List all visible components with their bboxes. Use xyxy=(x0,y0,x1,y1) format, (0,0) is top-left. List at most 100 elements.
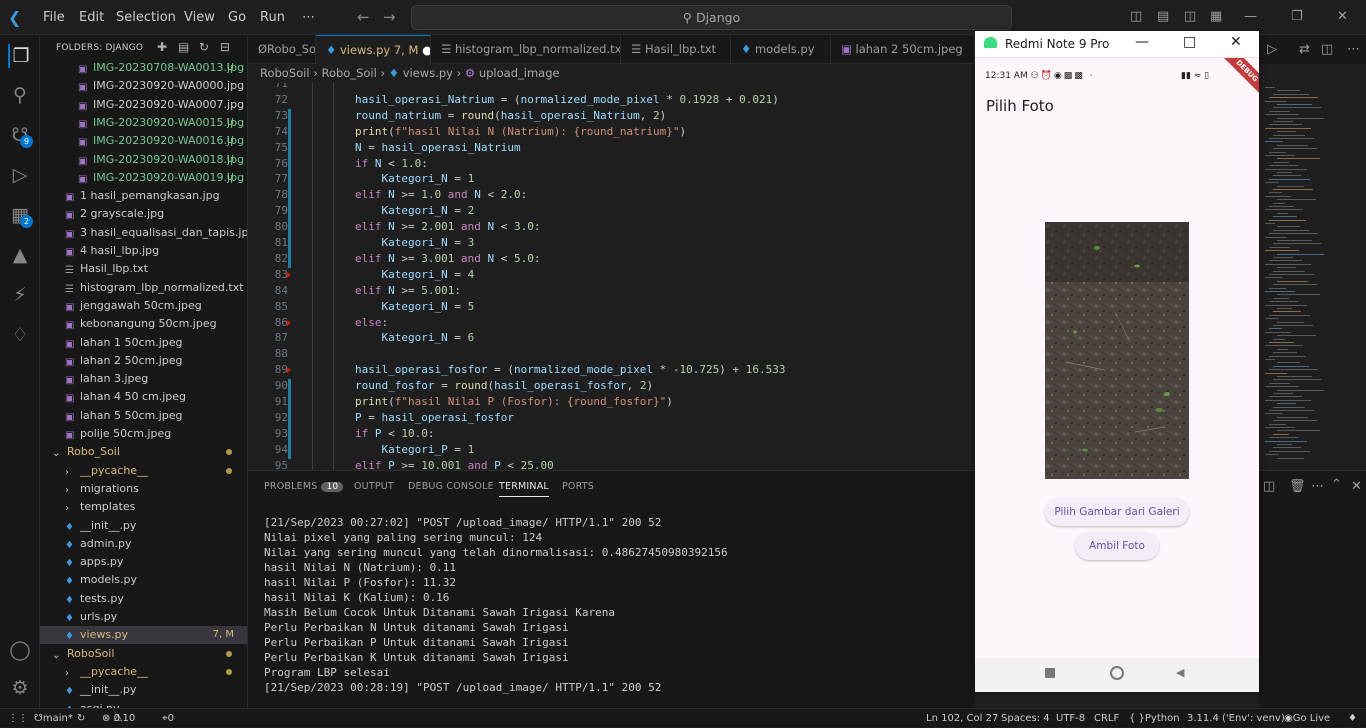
tree-item[interactable]: › __pycache__ xyxy=(40,663,247,681)
tab-views-py[interactable]: ♦ views.py 7, M ● xyxy=(316,35,431,64)
tree-item[interactable]: ▣ lahan 5 50cm.jpeg xyxy=(40,407,247,425)
menu-go[interactable]: Go xyxy=(228,10,246,25)
tree-item[interactable]: ▣ IMG-20230920-WA0018.jpg U xyxy=(40,151,247,169)
code-line[interactable]: Kategori_N = 5 xyxy=(355,300,475,313)
testing-flask-icon[interactable]: ▲ xyxy=(8,243,32,267)
more-actions-icon[interactable]: ⋯ xyxy=(1347,42,1360,57)
code-line[interactable]: round_fosfor = round(hasil_operasi_fosfo… xyxy=(355,379,653,392)
code-editor[interactable]: 71 72 hasil_operasi_Natrium = (normalized_… xyxy=(248,83,975,470)
tree-item[interactable]: › __pycache__ xyxy=(40,462,247,480)
tree-item[interactable]: ▣ polije 50cm.jpeg xyxy=(40,425,247,443)
code-line[interactable]: print(f"hasil Nilai P (Fosfor): {round_f… xyxy=(355,395,673,408)
tree-item[interactable]: ▣ IMG-20230920-WA0016.jpg U xyxy=(40,132,247,150)
tree-item[interactable]: ♦ admin.py xyxy=(40,535,247,553)
tree-item[interactable]: ▣ 1 hasil_pemangkasan.jpg xyxy=(40,187,247,205)
menu-selection[interactable]: Selection xyxy=(116,10,176,25)
terminal-output[interactable]: [21/Sep/2023 00:27:02] "POST /upload_ima… xyxy=(264,515,728,695)
search-icon[interactable]: ⚲ xyxy=(8,83,32,107)
back-triangle-icon[interactable]: ◀ xyxy=(1176,666,1184,679)
code-line[interactable]: round_natrium = round(hasil_operasi_Natr… xyxy=(355,109,666,122)
remote-icon[interactable]: ⚡ xyxy=(8,283,32,307)
tree-item[interactable]: ♦asgi.py xyxy=(40,700,247,709)
tree-item[interactable]: ▣ lahan 3.jpeg xyxy=(40,370,247,388)
code-line[interactable]: P = hasil_operasi_fosfor xyxy=(355,411,514,424)
home-circle-icon[interactable] xyxy=(1110,666,1124,680)
close-panel-icon[interactable]: ✕ xyxy=(1351,479,1362,494)
code-line[interactable]: print(f"hasil Nilai N (Natrium): {round_… xyxy=(355,125,686,138)
ports-indicator[interactable]: ⌖ 0 xyxy=(162,709,174,728)
indentation[interactable]: Spaces: 4 xyxy=(1001,709,1050,728)
python-interpreter[interactable]: 3.11.4 ('Env': venv) xyxy=(1187,709,1285,728)
menu-more[interactable]: ⋯ xyxy=(302,10,315,25)
minimap[interactable] xyxy=(1259,83,1349,470)
breadcrumb-item[interactable]: upload_image xyxy=(479,66,560,80)
split-editor-icon[interactable]: ◫ xyxy=(1321,42,1333,57)
tab-models-py[interactable]: ♦ models.py xyxy=(731,35,831,64)
forward-arrow-icon[interactable]: → xyxy=(383,8,396,26)
code-line[interactable]: else: xyxy=(355,316,388,329)
branch-indicator[interactable]: ☋ main* xyxy=(34,709,73,728)
code-line[interactable]: elif N >= 1.0 and N < 2.0: xyxy=(355,188,527,201)
code-line[interactable]: N = hasil_operasi_Natrium xyxy=(355,141,521,154)
kill-terminal-icon[interactable]: 🗑 xyxy=(1289,479,1306,494)
account-icon[interactable]: ◯ xyxy=(8,638,32,662)
code-line[interactable]: Kategori_N = 3 xyxy=(355,236,475,249)
breadcrumb-item[interactable]: views.py xyxy=(403,66,453,80)
tab-lahan-2[interactable]: ▣ lahan 2 50cm.jpeg xyxy=(831,35,975,64)
tree-item[interactable]: ▣ IMG-20230920-WA0007.jpg xyxy=(40,96,247,114)
code-line[interactable]: elif N >= 3.001 and N < 5.0: xyxy=(355,252,541,265)
new-folder-icon[interactable]: ▤ xyxy=(178,40,189,54)
unsaved-dot-icon[interactable]: ● xyxy=(422,43,430,57)
breadcrumb-item[interactable]: Robo_Soil xyxy=(322,66,377,80)
tab-histogram[interactable]: ☰ histogram_lbp_normalized.txt xyxy=(431,35,621,64)
explorer-icon[interactable]: ❐ xyxy=(8,44,32,68)
emulator-minimize-icon[interactable]: — xyxy=(1135,34,1149,50)
tree-item[interactable]: › migrations xyxy=(40,480,247,498)
tab-robo-soil[interactable]: ØRobo_Soil xyxy=(248,35,316,64)
customize-layout-icon[interactable]: ▦ xyxy=(1210,9,1222,24)
remote-indicator-icon[interactable]: ⋮⋮ xyxy=(8,709,28,728)
tree-item[interactable]: ▣ jenggawah 50cm.jpeg xyxy=(40,297,247,315)
tree-item[interactable]: ☰ Hasil_lbp.txt xyxy=(40,260,247,278)
toggle-panel-icon[interactable]: ▤ xyxy=(1157,9,1169,24)
tab-ports[interactable]: PORTS xyxy=(562,481,594,492)
menu-run[interactable]: Run xyxy=(260,10,285,25)
code-line[interactable]: Kategori_P = 1 xyxy=(355,443,475,456)
encoding[interactable]: UTF-8 xyxy=(1056,709,1085,728)
code-line[interactable]: Kategori_N = 4 xyxy=(355,268,475,281)
code-line[interactable]: elif P >= 10.001 and P < 25.00 xyxy=(355,459,554,470)
tree-item[interactable]: ♦ __init__.py xyxy=(40,681,247,699)
code-line[interactable]: Kategori_N = 1 xyxy=(355,172,475,185)
menu-file[interactable]: File xyxy=(43,10,65,25)
code-line[interactable]: if P < 10.0: xyxy=(355,427,435,440)
tree-item[interactable]: ▣ IMG-20230920-WA0015.jpg U xyxy=(40,114,247,132)
tree-item[interactable]: ▣ kebonangung 50cm.jpeg xyxy=(40,315,247,333)
tab-output[interactable]: OUTPUT xyxy=(354,481,394,492)
code-line[interactable]: hasil_operasi_fosfor = (normalized_mode_… xyxy=(355,363,786,376)
command-center-search[interactable]: ⚲ Django xyxy=(411,5,1012,30)
notifications-bell-icon[interactable]: ♦ xyxy=(1348,709,1357,728)
tab-debug-console[interactable]: DEBUG CONSOLE xyxy=(408,481,494,492)
tree-item[interactable]: ☰ histogram_lbp_normalized.txt xyxy=(40,279,247,297)
tree-item[interactable]: ▣ lahan 4 50 cm.jpeg xyxy=(40,388,247,406)
back-arrow-icon[interactable]: ← xyxy=(357,8,370,26)
problems-indicator[interactable]: ⊗ 0 ⚠ 10 xyxy=(102,709,135,728)
tree-item[interactable]: ♦ __init__.py xyxy=(40,517,247,535)
code-line[interactable]: elif N >= 2.001 and N < 3.0: xyxy=(355,220,541,233)
code-line[interactable]: hasil_operasi_Natrium = (normalized_mode… xyxy=(355,93,779,106)
tree-item[interactable]: ▣ 4 hasil_lbp.jpg xyxy=(40,242,247,260)
tree-item[interactable]: ▣ IMG-20230920-WA0019.jpg U xyxy=(40,169,247,187)
code-line[interactable]: Kategori_N = 6 xyxy=(355,331,475,344)
menu-view[interactable]: View xyxy=(184,10,215,25)
tree-item[interactable]: ▣ IMG-20230920-WA0000.jpg xyxy=(40,77,247,95)
tree-item[interactable]: ♦ views.py 7, M xyxy=(40,626,247,645)
emulator-maximize-icon[interactable]: □ xyxy=(1183,34,1196,50)
tree-item[interactable]: ▣ lahan 2 50cm.jpeg xyxy=(40,352,247,370)
breadcrumb-item[interactable]: RoboSoil xyxy=(260,66,310,80)
minimize-icon[interactable]: — xyxy=(1244,9,1257,24)
close-window-icon[interactable]: ✕ xyxy=(1337,9,1348,24)
cursor-position[interactable]: Ln 102, Col 27 xyxy=(926,709,998,728)
restore-icon[interactable]: ❐ xyxy=(1291,9,1303,24)
language-mode[interactable]: { } Python xyxy=(1129,709,1180,728)
refresh-icon[interactable]: ↻ xyxy=(199,40,209,54)
